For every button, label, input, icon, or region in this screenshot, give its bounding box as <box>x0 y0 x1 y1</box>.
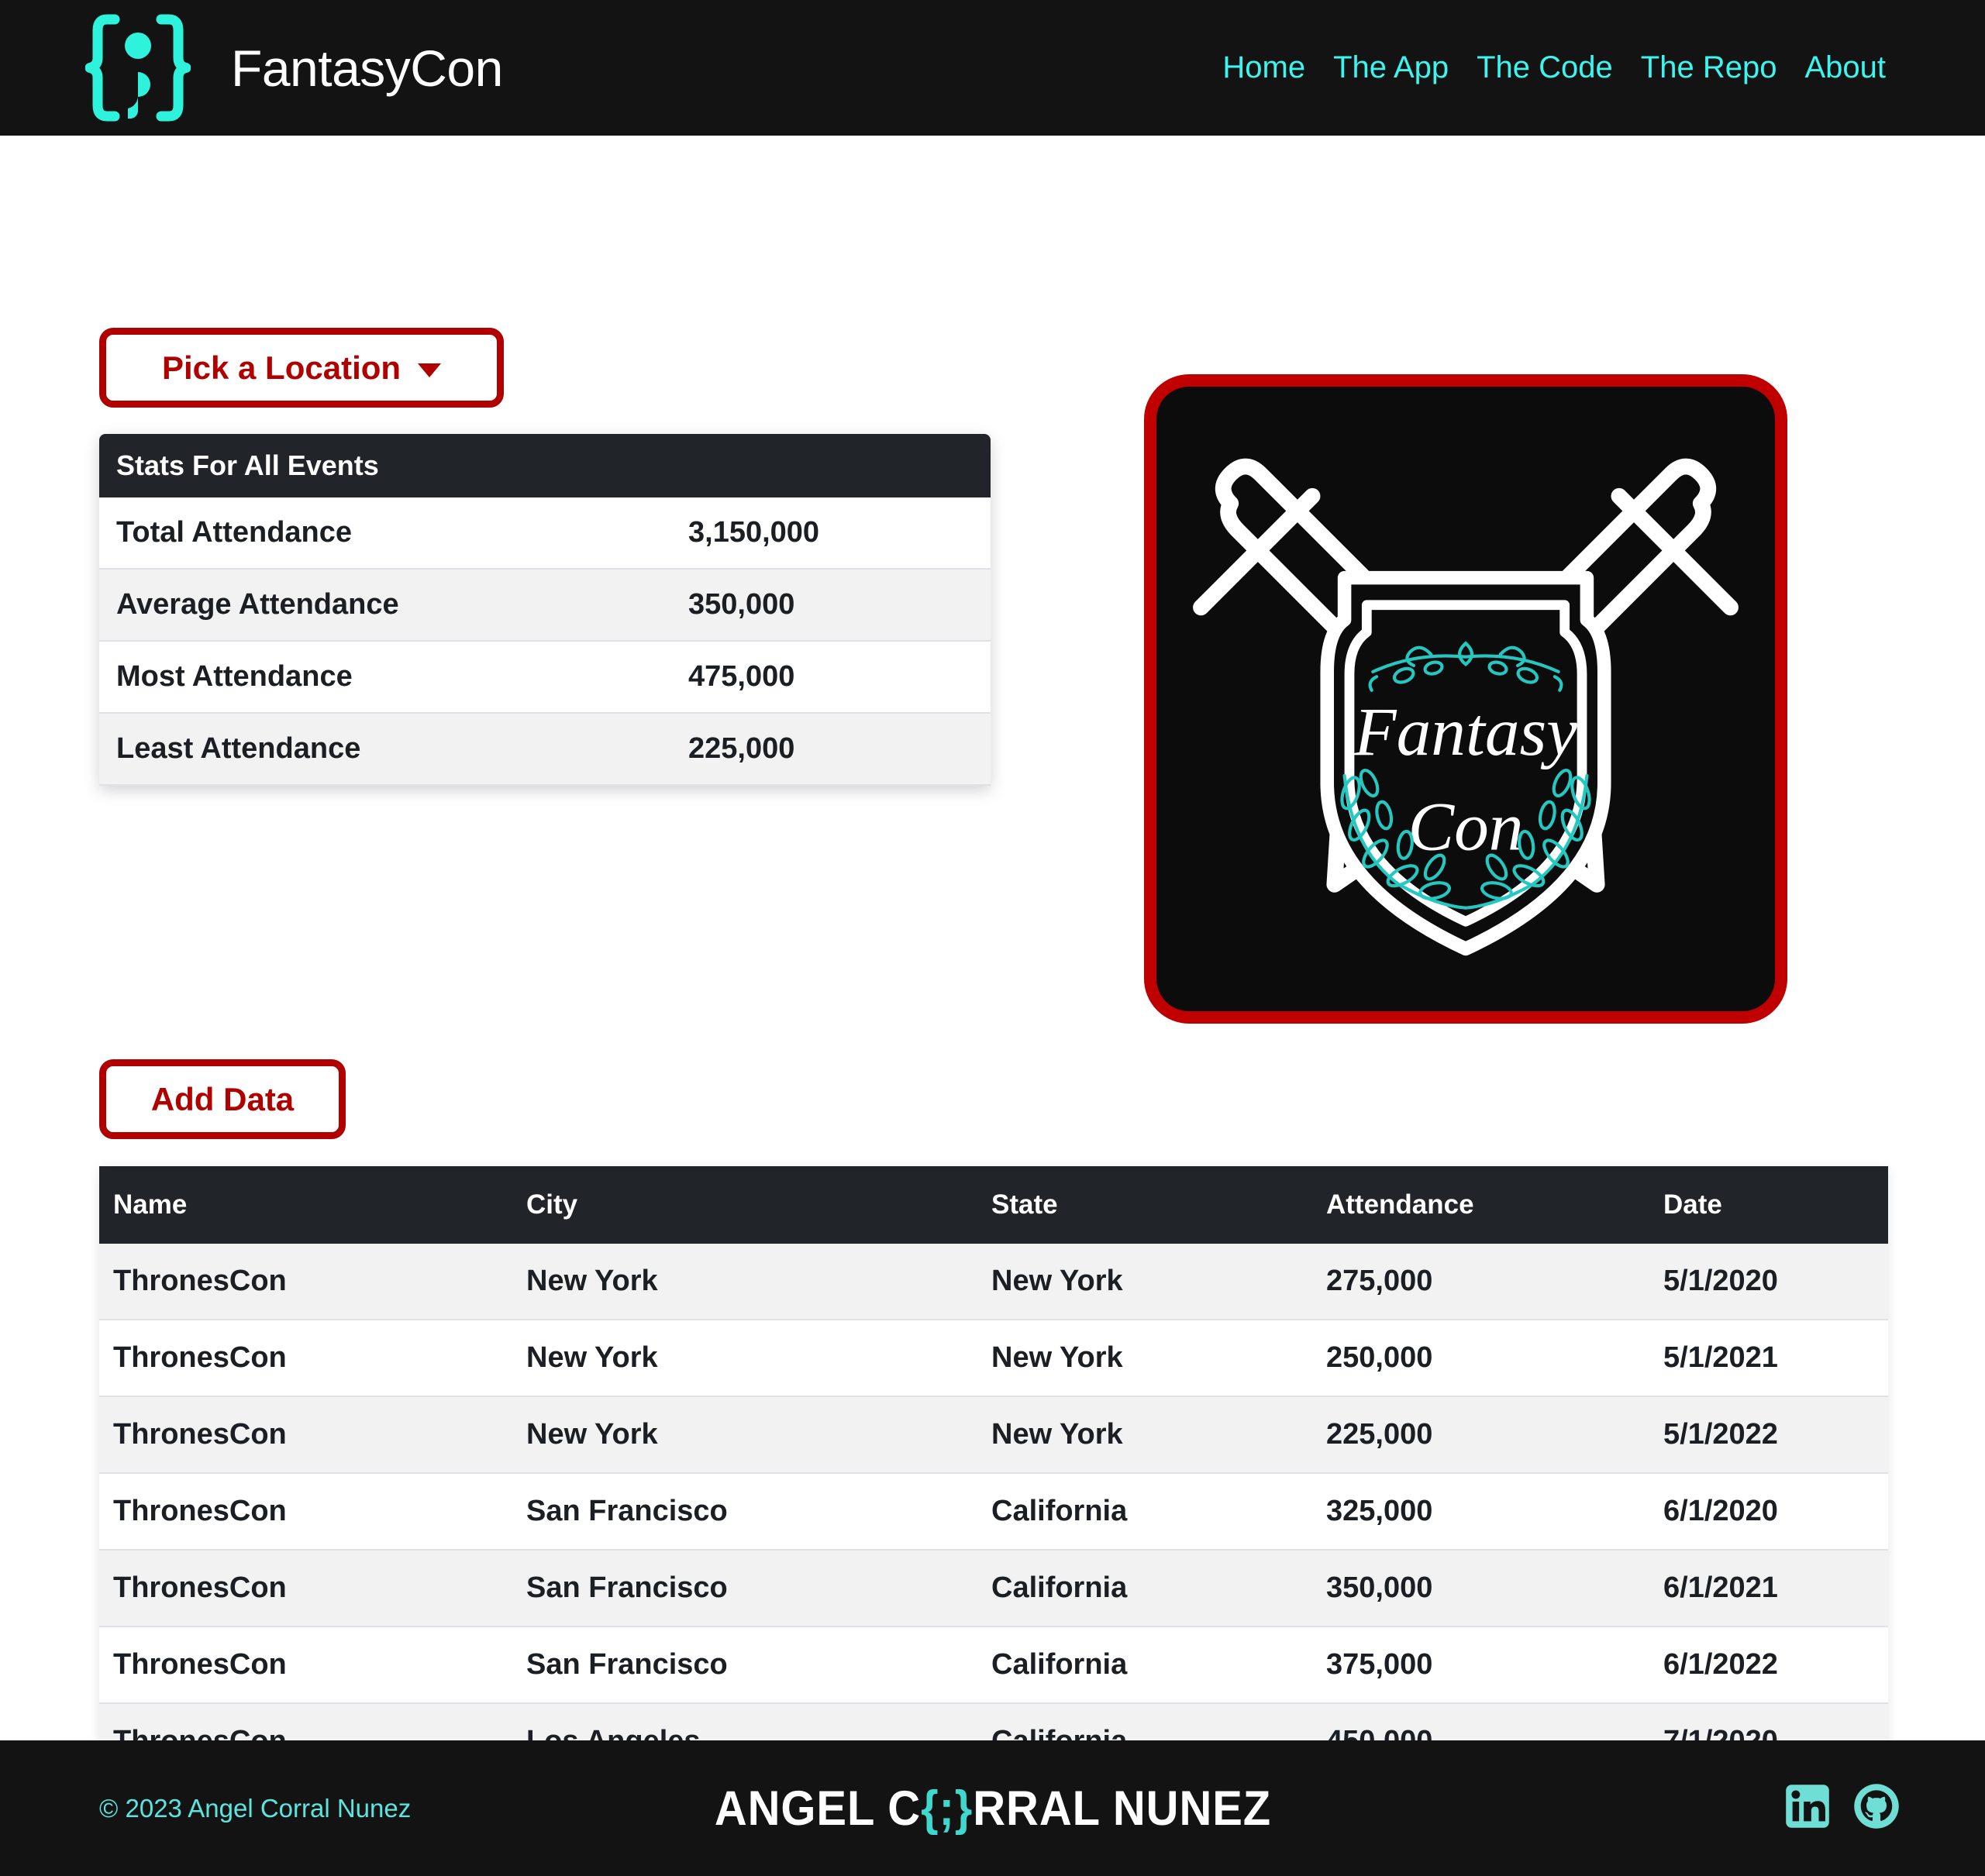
wordmark-right: RRAL NUNEZ <box>972 1781 1271 1836</box>
cell-city: San Francisco <box>512 1550 977 1627</box>
cell-date: 6/1/2022 <box>1649 1626 1888 1704</box>
stats-table: Stats For All Events Total Attendance 3,… <box>99 434 991 786</box>
braces-semicolon-icon: {;} <box>920 1781 973 1836</box>
linkedin-icon[interactable] <box>1785 1784 1830 1833</box>
stats-value: 3,150,000 <box>688 516 820 549</box>
table-row[interactable]: ThronesCon San Francisco California 325,000… <box>99 1473 1888 1551</box>
nav-links: Home The App The Code The Repo About <box>1222 50 1886 85</box>
cell-city: San Francisco <box>512 1473 977 1551</box>
stats-label: Least Attendance <box>116 732 361 765</box>
stats-label: Most Attendance <box>116 660 353 693</box>
brand-title: FantasyCon <box>231 39 503 97</box>
shield-and-swords-graphic: Fantasy Con <box>1193 458 1739 956</box>
stats-value: 350,000 <box>688 588 795 621</box>
stats-row-total: Total Attendance 3,150,000 <box>99 497 991 570</box>
nav-link-about[interactable]: About <box>1804 50 1886 85</box>
cell-attendance: 250,000 <box>1312 1320 1649 1397</box>
cell-name: ThronesCon <box>99 1320 512 1397</box>
stats-value: 475,000 <box>688 660 795 693</box>
stats-value: 225,000 <box>688 732 795 765</box>
table-row[interactable]: ThronesCon San Francisco California 375,000… <box>99 1626 1888 1704</box>
cell-name: ThronesCon <box>99 1244 512 1320</box>
cell-date: 5/1/2021 <box>1649 1320 1888 1397</box>
cell-attendance: 325,000 <box>1312 1473 1649 1551</box>
top-navbar: FantasyCon Home The App The Code The Rep… <box>0 0 1985 136</box>
page-footer: © 2023 Angel Corral Nunez ANGEL C {;} RR… <box>0 1740 1985 1876</box>
cell-city: New York <box>512 1320 977 1397</box>
cell-state: New York <box>977 1244 1312 1320</box>
cell-name: ThronesCon <box>99 1550 512 1627</box>
cell-date: 6/1/2021 <box>1649 1550 1888 1627</box>
events-table-header: Name City State Attendance Date <box>99 1166 1888 1244</box>
stats-row-most: Most Attendance 475,000 <box>99 642 991 714</box>
column-header-attendance[interactable]: Attendance <box>1312 1166 1649 1244</box>
add-data-label: Add Data <box>150 1080 295 1117</box>
table-row[interactable]: ThronesCon New York New York 225,000 5/1/202… <box>99 1396 1888 1474</box>
cell-state: California <box>977 1473 1312 1551</box>
cell-name: ThronesCon <box>99 1396 512 1474</box>
cell-city: New York <box>512 1244 977 1320</box>
cell-attendance: 350,000 <box>1312 1550 1649 1627</box>
cell-attendance: 375,000 <box>1312 1626 1649 1704</box>
pick-location-dropdown-button[interactable]: Pick a Location <box>99 328 504 408</box>
stats-table-title: Stats For All Events <box>99 434 991 497</box>
cell-date: 5/1/2022 <box>1649 1396 1888 1474</box>
logo-line2: Con <box>1408 789 1524 866</box>
column-header-city[interactable]: City <box>512 1166 977 1244</box>
cell-date: 6/1/2020 <box>1649 1473 1888 1551</box>
logo-line1: Fantasy <box>1353 694 1577 770</box>
brand-logo-link[interactable]: FantasyCon <box>85 12 503 124</box>
cell-name: ThronesCon <box>99 1626 512 1704</box>
add-data-button[interactable]: Add Data <box>99 1059 346 1139</box>
table-row[interactable]: ThronesCon New York New York 275,000 5/1/202… <box>99 1244 1888 1320</box>
table-row[interactable]: ThronesCon San Francisco California 350,000… <box>99 1550 1888 1627</box>
cell-state: California <box>977 1550 1312 1627</box>
nav-link-home[interactable]: Home <box>1222 50 1305 85</box>
nav-link-the-code[interactable]: The Code <box>1477 50 1613 85</box>
cell-attendance: 275,000 <box>1312 1244 1649 1320</box>
column-header-date[interactable]: Date <box>1649 1166 1888 1244</box>
cell-state: New York <box>977 1320 1312 1397</box>
stats-label: Average Attendance <box>116 588 399 621</box>
cell-attendance: 225,000 <box>1312 1396 1649 1474</box>
column-header-state[interactable]: State <box>977 1166 1312 1244</box>
braces-semicolon-icon <box>85 14 191 122</box>
copyright-text: © 2023 Angel Corral Nunez <box>99 1793 412 1823</box>
table-header-row: Name City State Attendance Date <box>99 1166 1888 1244</box>
cell-name: ThronesCon <box>99 1473 512 1551</box>
chevron-down-icon <box>418 363 442 377</box>
cell-date: 5/1/2020 <box>1649 1244 1888 1320</box>
cell-state: New York <box>977 1396 1312 1474</box>
social-links <box>1785 1783 1900 1833</box>
nav-link-the-app[interactable]: The App <box>1333 50 1449 85</box>
table-row[interactable]: ThronesCon New York New York 250,000 5/1/202… <box>99 1320 1888 1397</box>
cell-city: San Francisco <box>512 1626 977 1704</box>
pick-location-label: Pick a Location <box>161 349 401 386</box>
wordmark-left: ANGEL C <box>714 1781 921 1836</box>
fantasycon-shield-logo: Fantasy Con <box>1144 374 1787 1024</box>
page-content: Pick a Location Stats For All Events Tot… <box>0 136 1985 1876</box>
stats-label: Total Attendance <box>116 516 353 549</box>
cell-city: New York <box>512 1396 977 1474</box>
stats-row-average: Average Attendance 350,000 <box>99 570 991 642</box>
cell-state: California <box>977 1626 1312 1704</box>
angel-corral-nunez-wordmark: ANGEL C {;} RRAL NUNEZ <box>714 1781 1270 1836</box>
nav-link-the-repo[interactable]: The Repo <box>1641 50 1777 85</box>
github-icon[interactable] <box>1853 1783 1900 1833</box>
stats-row-least: Least Attendance 225,000 <box>99 714 991 786</box>
column-header-name[interactable]: Name <box>99 1166 512 1244</box>
